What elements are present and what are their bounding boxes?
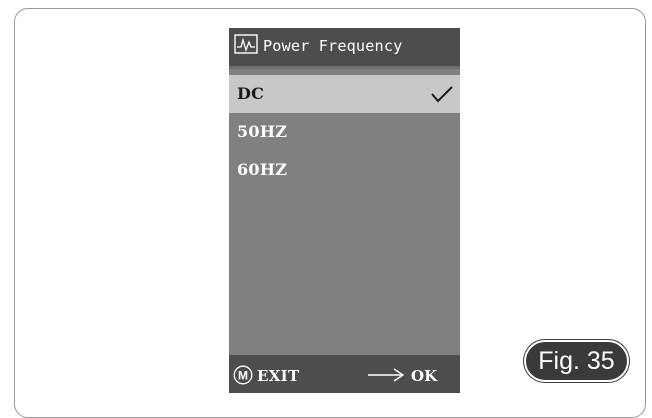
figure-label: Fig. 35	[524, 340, 629, 382]
screen-title: Power Frequency	[263, 37, 403, 55]
menu-item-dc[interactable]: DC	[229, 75, 460, 113]
m-circle-icon[interactable]: M	[233, 365, 253, 385]
title-divider	[229, 66, 460, 69]
ok-label[interactable]: OK	[411, 367, 437, 385]
right-arrow-icon[interactable]	[367, 367, 405, 383]
checkmark-icon	[431, 86, 453, 103]
menu-item-label: 50HZ	[237, 122, 288, 141]
waveform-icon	[234, 34, 258, 54]
footer-bar: M EXIT OK	[229, 355, 460, 393]
title-bar: Power Frequency	[229, 28, 460, 66]
menu-item-60hz[interactable]: 60HZ	[229, 151, 460, 189]
menu-item-50hz[interactable]: 50HZ	[229, 113, 460, 151]
menu-item-label: 60HZ	[237, 160, 288, 179]
power-frequency-screen: Power Frequency DC 50HZ 60HZ M EXIT OK	[229, 28, 460, 393]
svg-text:M: M	[238, 369, 248, 383]
menu-item-label: DC	[237, 84, 265, 103]
exit-label[interactable]: EXIT	[257, 367, 299, 385]
